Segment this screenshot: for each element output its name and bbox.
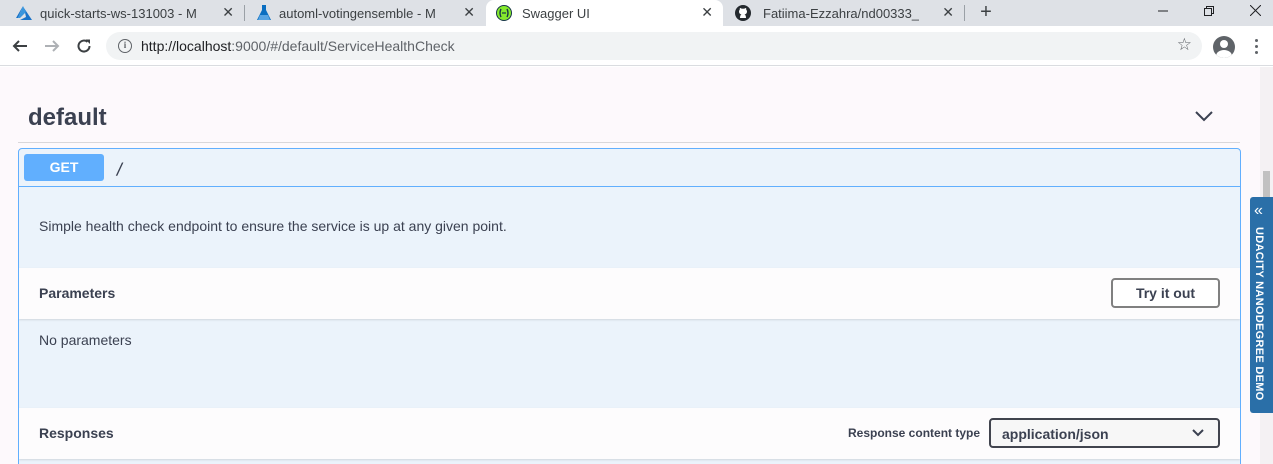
chevron-down-icon — [1192, 429, 1204, 437]
content-type-label: Response content type — [848, 426, 981, 440]
udacity-side-tab[interactable]: « UDACITY NANODEGREE DEMO — [1250, 197, 1273, 413]
double-chevron-left-icon: « — [1254, 202, 1263, 219]
section-title: default — [28, 104, 107, 131]
content-type-select[interactable]: application/json — [989, 418, 1220, 448]
browser-toolbar: i http://localhost:9000/#/default/Servic… — [0, 26, 1273, 66]
minimize-button[interactable] — [1140, 0, 1186, 24]
back-arrow-icon — [12, 40, 27, 52]
tag-section-header[interactable]: default — [18, 97, 1240, 143]
swagger-icon — [496, 5, 512, 21]
responses-title: Responses — [39, 425, 114, 441]
url-text[interactable]: http://localhost:9000/#/default/ServiceH… — [141, 38, 455, 54]
tab-title: Fatiima-Ezzahra/nd00333_AZMLN — [763, 5, 919, 21]
page-content: default GET / Simple health check endpoi… — [0, 67, 1260, 464]
tab-title: automl-votingensemble - Micros — [279, 5, 435, 21]
azure-icon — [16, 6, 32, 20]
close-icon[interactable]: ✕ — [222, 4, 234, 21]
close-icon[interactable]: ✕ — [463, 4, 475, 21]
back-button[interactable] — [8, 34, 32, 58]
parameters-title: Parameters — [39, 285, 116, 301]
tab-strip: quick-starts-ws-131003 - Micros ✕ automl… — [0, 0, 1273, 26]
flask-icon — [257, 5, 271, 20]
restore-button[interactable] — [1186, 0, 1232, 24]
new-tab-button[interactable]: + — [976, 1, 996, 23]
operation-summary[interactable]: GET / — [19, 149, 1240, 187]
no-parameters-text: No parameters — [39, 332, 132, 348]
bookmark-star-icon[interactable]: ☆ — [1177, 35, 1192, 55]
site-info-icon[interactable]: i — [118, 39, 132, 53]
operation-block: GET / Simple health check endpoint to en… — [18, 148, 1241, 464]
operation-path: / — [115, 159, 125, 178]
close-window-icon — [1249, 4, 1261, 17]
tab-divider — [964, 5, 965, 21]
tab-title: quick-starts-ws-131003 - Micros — [40, 5, 196, 21]
minimize-icon — [1158, 10, 1168, 12]
reload-icon — [77, 39, 91, 53]
restore-icon — [1204, 6, 1214, 16]
url-host: http://localhost — [141, 38, 232, 54]
browser-menu-icon[interactable] — [1250, 39, 1262, 57]
close-window-button[interactable] — [1232, 0, 1273, 24]
github-icon — [735, 5, 751, 21]
reload-button[interactable] — [72, 34, 96, 58]
udacity-tab-label: UDACITY NANODEGREE DEMO — [1253, 227, 1265, 401]
responses-header: Responses Response content type applicat… — [19, 408, 1240, 459]
content-type-value: application/json — [1002, 426, 1109, 442]
tab-azure-workspace[interactable]: quick-starts-ws-131003 - Micros ✕ — [0, 0, 244, 26]
address-bar[interactable]: i http://localhost:9000/#/default/Servic… — [106, 32, 1202, 60]
operation-description: Simple health check endpoint to ensure t… — [39, 218, 507, 234]
tab-github-repo[interactable]: Fatiima-Ezzahra/nd00333_AZMLN ✕ — [724, 0, 964, 26]
tab-automl-votingensemble[interactable]: automl-votingensemble - Micros ✕ — [245, 0, 485, 26]
close-icon[interactable]: ✕ — [942, 4, 954, 21]
forward-arrow-icon — [45, 40, 60, 52]
method-badge: GET — [24, 154, 104, 181]
close-icon[interactable]: ✕ — [701, 4, 713, 21]
forward-button[interactable] — [40, 34, 64, 58]
url-path: :9000/#/default/ServiceHealthCheck — [231, 38, 455, 54]
profile-avatar-icon[interactable] — [1213, 36, 1235, 58]
tab-title: Swagger UI — [522, 5, 590, 21]
tab-swagger-ui[interactable]: Swagger UI ✕ — [486, 0, 723, 26]
try-it-out-button[interactable]: Try it out — [1111, 278, 1220, 308]
chevron-down-icon[interactable] — [1194, 109, 1214, 123]
parameters-header: Parameters Try it out — [19, 268, 1240, 319]
